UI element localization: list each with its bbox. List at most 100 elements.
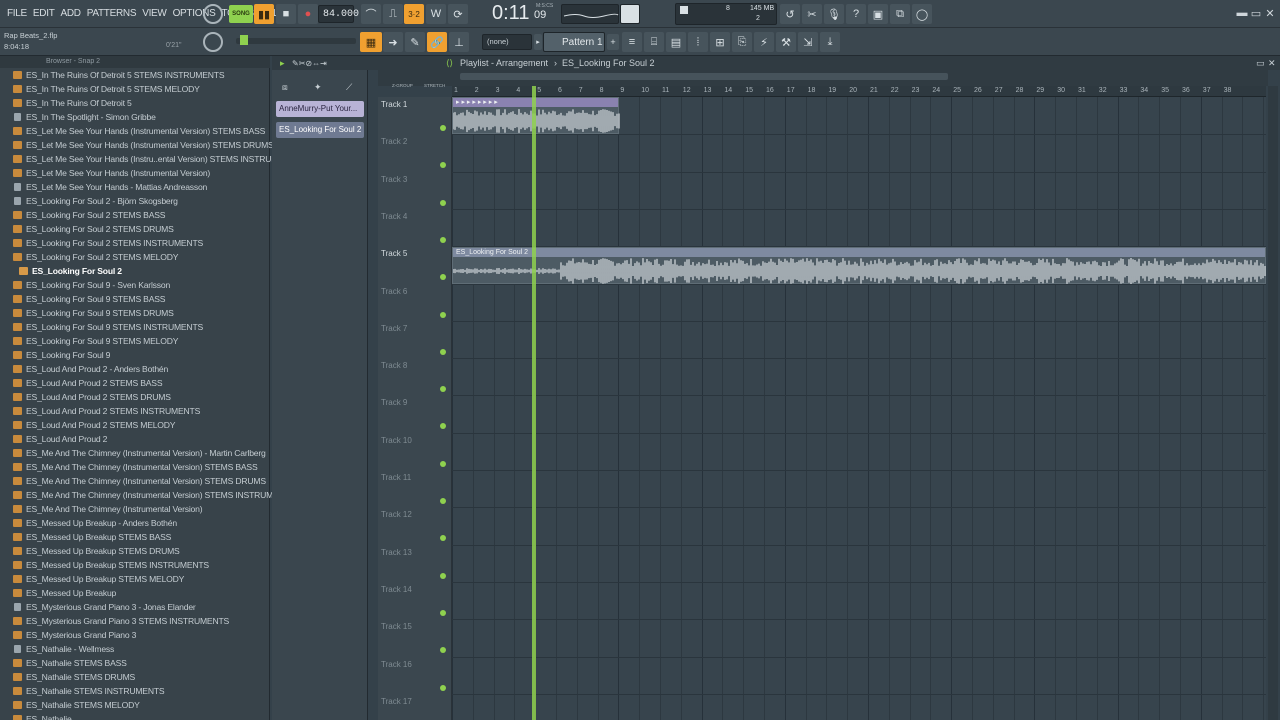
browser-item[interactable]: ES_Looking For Soul 2 - Björn Skogsberg xyxy=(0,194,270,208)
playlist-detach-icon[interactable]: ▭ xyxy=(1256,56,1265,70)
track-mute-led[interactable] xyxy=(440,423,446,430)
browser-item[interactable]: ES_Let Me See Your Hands (Instrumental V… xyxy=(0,124,270,138)
pattern-prev-icon[interactable]: ▸ xyxy=(534,34,542,50)
browser-item[interactable]: ES_Nathalie STEMS MELODY xyxy=(0,698,270,712)
clip-source-item[interactable]: AnneMurry-Put Your... xyxy=(276,101,364,117)
track-mute-led[interactable] xyxy=(440,386,446,393)
metronome-icon[interactable]: ⌒ xyxy=(361,4,381,24)
browser-item[interactable]: ES_Looking For Soul 9 STEMS INSTRUMENTS xyxy=(0,320,270,334)
track-name[interactable]: Track 4 xyxy=(381,212,407,221)
browser-item[interactable]: ES_Loud And Proud 2 STEMS INSTRUMENTS xyxy=(0,404,270,418)
browser-item[interactable]: ES_Let Me See Your Hands (Instrumental V… xyxy=(0,138,274,152)
arrangement-name[interactable]: ES_Looking For Soul 2 xyxy=(562,56,655,70)
track-mute-led[interactable] xyxy=(440,162,446,169)
track-name[interactable]: Track 7 xyxy=(381,324,407,333)
browser-item[interactable]: ES_Me And The Chimney (Instrumental Vers… xyxy=(0,488,295,502)
piano-roll-icon[interactable]: ⌸ xyxy=(644,32,664,52)
mixer-window-icon[interactable]: ⦙ xyxy=(688,32,708,52)
browser-item[interactable]: ES_Looking For Soul 9 STEMS MELODY xyxy=(0,334,270,348)
track-name[interactable]: Track 2 xyxy=(381,137,407,146)
menu-patterns[interactable]: PATTERNS xyxy=(84,8,139,19)
track-mute-led[interactable] xyxy=(440,535,446,542)
track-name[interactable]: Track 9 xyxy=(381,398,407,407)
browser-item[interactable]: ES_Looking For Soul 2 xyxy=(0,264,270,278)
tempo-display[interactable]: 84.000 xyxy=(323,9,359,20)
blend-notes-icon[interactable]: W xyxy=(426,4,446,24)
save-icon[interactable]: ▣ xyxy=(868,4,888,24)
clip-source-item[interactable]: ES_Looking For Soul 2 xyxy=(276,122,364,138)
countdown-icon[interactable]: 3·2 xyxy=(404,4,424,24)
track-name[interactable]: Track 14 xyxy=(381,585,412,594)
menu-view[interactable]: VIEW xyxy=(139,8,169,19)
playhead[interactable] xyxy=(532,86,536,720)
browser-item[interactable]: ES_Looking For Soul 9 STEMS DRUMS xyxy=(0,306,270,320)
browser-item[interactable]: ES_Looking For Soul 9 - Sven Karlsson xyxy=(0,278,270,292)
loop-record-icon[interactable]: ⟳ xyxy=(448,4,468,24)
time-display[interactable]: 0:11 xyxy=(492,2,529,25)
track-mute-led[interactable] xyxy=(440,311,446,318)
track-mute-led[interactable] xyxy=(440,684,446,691)
clip-source-icon[interactable]: ✦ xyxy=(314,82,322,93)
browser-item[interactable]: ES_Messed Up Breakup STEMS DRUMS xyxy=(0,544,270,558)
browser-item[interactable]: ES_Mysterious Grand Piano 3 STEMS INSTRU… xyxy=(0,614,270,628)
help-icon[interactable]: ? xyxy=(846,4,866,24)
browser-item[interactable]: ES_Nathalie xyxy=(0,712,270,720)
browser-item[interactable]: ES_Loud And Proud 2 STEMS MELODY xyxy=(0,418,270,432)
playlist-view-icon[interactable]: ▦ xyxy=(360,32,382,52)
browser-item[interactable]: ES_Messed Up Breakup - Anders Bothén xyxy=(0,516,270,530)
browser-item[interactable]: ES_Mysterious Grand Piano 3 xyxy=(0,628,270,642)
record-button[interactable]: ● xyxy=(298,4,318,24)
browser-item[interactable]: ES_Loud And Proud 2 xyxy=(0,432,270,446)
track-mute-led[interactable] xyxy=(440,647,446,654)
mixer-icon[interactable]: ⧉ xyxy=(890,4,910,24)
playlist-grid[interactable]: ▸ ▸ ▸ ▸ ▸ ▸ ▸ ▸ ES_Looking For Soul 2 xyxy=(452,97,1266,720)
minimize-icon[interactable]: ▬ xyxy=(1236,6,1248,20)
pencil-icon[interactable]: ✎ xyxy=(405,32,425,52)
track-name[interactable]: Track 12 xyxy=(381,510,412,519)
undo-icon[interactable]: ↺ xyxy=(780,4,800,24)
wrench-icon[interactable]: ⚒ xyxy=(776,32,796,52)
browser-item[interactable]: ES_Messed Up Breakup xyxy=(0,586,270,600)
track-mute-led[interactable] xyxy=(440,348,446,355)
track-name[interactable]: Track 15 xyxy=(381,622,412,631)
browser-item[interactable]: ES_Looking For Soul 2 STEMS BASS xyxy=(0,208,270,222)
browser-item[interactable]: ES_Loud And Proud 2 - Anders Bothén xyxy=(0,362,270,376)
menu-add[interactable]: ADD xyxy=(58,8,84,19)
track-mute-led[interactable] xyxy=(440,274,446,281)
browser-item[interactable]: ES_Nathalie STEMS DRUMS xyxy=(0,670,270,684)
pattern-mode-icon[interactable]: ⧈ xyxy=(282,82,288,93)
browser-item[interactable]: ES_Me And The Chimney (Instrumental Vers… xyxy=(0,460,270,474)
browser-item[interactable]: ES_Nathalie STEMS BASS xyxy=(0,656,270,670)
browser-icon[interactable]: ⊞ xyxy=(710,32,730,52)
track-name[interactable]: Track 1 xyxy=(381,100,407,109)
browser-item[interactable]: ES_Looking For Soul 2 STEMS MELODY xyxy=(0,250,270,264)
track-name[interactable]: Track 3 xyxy=(381,175,407,184)
pattern-none-select[interactable]: (none) xyxy=(487,37,509,46)
track-name[interactable]: Track 13 xyxy=(381,548,412,557)
browser-item[interactable]: ES_Looking For Soul 2 STEMS INSTRUMENTS xyxy=(0,236,270,250)
download-icon[interactable]: ⤓ xyxy=(820,32,840,52)
playlist-icon[interactable]: ▤ xyxy=(666,32,686,52)
track-mute-led[interactable] xyxy=(440,498,446,504)
track-name[interactable]: Track 17 xyxy=(381,697,412,706)
browser-item[interactable]: ES_Messed Up Breakup STEMS BASS xyxy=(0,530,270,544)
menu-edit[interactable]: EDIT xyxy=(30,8,58,19)
browser-item[interactable]: ES_Looking For Soul 9 STEMS BASS xyxy=(0,292,270,306)
horizontal-scroll-thumb[interactable] xyxy=(460,73,948,80)
wait-input-icon[interactable]: ⎍ xyxy=(383,4,403,24)
playlist-close-icon[interactable]: ✕ xyxy=(1268,56,1276,70)
track-name[interactable]: Track 8 xyxy=(381,361,407,370)
browser-item[interactable]: ES_Mysterious Grand Piano 3 - Jonas Elan… xyxy=(0,600,270,614)
playlist-tools-icon[interactable]: ✎✂⊘⇔⇥ xyxy=(292,57,327,71)
browser-item[interactable]: ES_Let Me See Your Hands (Instrumental V… xyxy=(0,166,270,180)
track-mute-led[interactable] xyxy=(440,199,446,206)
maximize-icon[interactable]: ▭ xyxy=(1250,6,1262,20)
timeline-ruler[interactable]: 1 2 3 4 5 6 7 8 9 10 11 12 13 14 15 16 17 18 19 20 21 22 23 24 2… xyxy=(452,86,1266,97)
menu-file[interactable]: FILE xyxy=(4,8,30,19)
browser-item[interactable]: ES_In The Ruins Of Detroit 5 xyxy=(0,96,270,110)
browser-item[interactable]: ES_Nathalie STEMS INSTRUMENTS xyxy=(0,684,270,698)
automation-icon[interactable]: ⟋ xyxy=(346,82,352,93)
track-name[interactable]: Track 10 xyxy=(381,436,412,445)
track-name[interactable]: Track 5 xyxy=(381,249,407,258)
stop-button[interactable]: ■ xyxy=(276,4,296,24)
